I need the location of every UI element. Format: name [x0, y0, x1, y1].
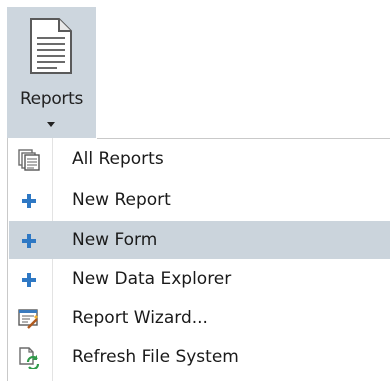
menu-item-label: Report Wizard... [72, 308, 208, 328]
reports-dropdown-menu: All Reports New Report New Form New Data… [7, 138, 390, 381]
menu-item-new-data-explorer[interactable]: New Data Explorer [9, 260, 390, 298]
reports-button-label: Reports [19, 89, 84, 109]
plus-icon [18, 230, 40, 252]
menu-item-label: Refresh File System [72, 347, 239, 367]
menu-item-label: New Data Explorer [72, 269, 232, 289]
report-list-icon [18, 149, 40, 171]
plus-icon [18, 190, 40, 212]
menu-top-divider [97, 138, 390, 139]
reports-ribbon-button[interactable]: Reports [7, 7, 96, 138]
menu-item-all-reports[interactable]: All Reports [9, 140, 390, 178]
refresh-file-system-icon [18, 347, 40, 369]
menu-item-label: All Reports [72, 149, 164, 169]
report-wizard-icon [18, 308, 40, 330]
menu-item-label: New Form [72, 230, 158, 250]
document-icon [30, 18, 72, 74]
menu-item-label: New Report [72, 190, 171, 210]
caret-down-icon[interactable] [47, 122, 55, 127]
menu-item-new-form[interactable]: New Form [9, 221, 390, 259]
menu-item-report-wizard[interactable]: Report Wizard... [9, 299, 390, 337]
menu-item-refresh-file-system[interactable]: Refresh File System [9, 338, 390, 376]
menu-item-new-report[interactable]: New Report [9, 181, 390, 219]
plus-icon [18, 269, 40, 291]
